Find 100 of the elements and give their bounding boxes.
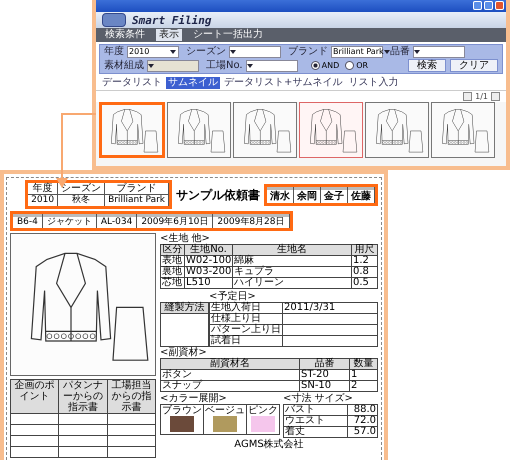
next-page-icon[interactable] <box>491 92 500 101</box>
empty-cell <box>59 436 108 447</box>
table-cell: 仕様上り日 <box>210 314 283 325</box>
column-header: 副資材名 <box>161 359 300 370</box>
empty-cell <box>108 447 156 458</box>
table-cell: ウエスト <box>284 416 348 427</box>
field-label: ブランド <box>105 183 168 195</box>
radio-button[interactable] <box>310 61 320 70</box>
field-label: シーズン <box>186 46 226 58</box>
field-value: 2010 <box>30 195 56 206</box>
thumbnail-card[interactable] <box>233 102 297 158</box>
field-label: 品番 <box>390 46 410 58</box>
field-label: 素材組成 <box>104 60 144 72</box>
column-header: 縫製方法 <box>161 303 209 314</box>
thumbnail-card[interactable] <box>365 102 429 158</box>
table-cell: 裏地 <box>161 267 185 278</box>
column-header: 用尺 <box>352 245 378 256</box>
section-title: <副資材> <box>160 347 208 358</box>
field-label: ブランド <box>288 46 328 58</box>
column-header: 品番 <box>300 359 350 370</box>
app-title: Smart Filing <box>132 14 212 26</box>
field-value: AL-034 <box>100 217 134 228</box>
menu-item[interactable]: シート一括出力 <box>190 29 266 41</box>
caret-icon <box>384 50 390 54</box>
field-label: 年度 <box>28 183 58 195</box>
column-header: 区分 <box>161 245 185 256</box>
color-name: ベージュ <box>205 405 245 416</box>
search-panel-button[interactable]: クリア <box>450 59 498 72</box>
company-name: AGMS株式会社 <box>233 439 305 450</box>
caret-icon <box>170 50 176 54</box>
dropdown[interactable] <box>413 46 465 58</box>
table-cell: 生地入荷日 <box>210 303 283 314</box>
table-cell: ST-20 <box>300 370 350 381</box>
option-label: AND <box>322 60 340 70</box>
table-cell: 表地 <box>161 256 185 267</box>
search-panel-button[interactable]: 検索 <box>408 59 446 72</box>
table-cell: キュプラ <box>233 267 352 278</box>
document-title: サンプル依頼書 <box>176 188 260 202</box>
radio-button[interactable] <box>345 61 354 70</box>
thumbnail-card[interactable] <box>431 102 495 158</box>
table-cell: 着丈 <box>284 427 348 438</box>
caret-icon <box>148 64 154 68</box>
menu-item[interactable]: 表示 <box>156 29 182 41</box>
field-label: 工場No. <box>206 60 243 72</box>
approver-name: 金子 <box>323 190 345 202</box>
table-cell: 試着日 <box>210 336 283 347</box>
approver-name: 佐藤 <box>350 190 372 202</box>
column-header: パタンナーからの指示書 <box>59 380 108 414</box>
approver-name: 清水 <box>269 190 291 202</box>
previous-page-icon[interactable] <box>463 92 472 101</box>
table-cell: 1.2 <box>352 256 378 267</box>
approver-name: 余岡 <box>296 190 318 202</box>
thumbnail-card[interactable] <box>299 102 363 158</box>
table-cell: 88.0 <box>348 405 378 416</box>
view-tab[interactable]: データリスト+サムネイル <box>222 77 344 89</box>
dropdown[interactable] <box>229 46 281 58</box>
caret-icon <box>414 50 420 54</box>
thumbnail-card[interactable] <box>99 102 165 158</box>
empty-cell <box>108 414 156 425</box>
section-title: <生地 他> <box>160 233 211 244</box>
field-value: ジャケット <box>46 217 93 228</box>
field-value: 2009年8月28日 <box>216 217 286 228</box>
table-cell: 57.0 <box>348 427 378 438</box>
view-tab[interactable]: サムネイル <box>166 77 220 89</box>
view-tab[interactable]: データリスト <box>100 77 164 89</box>
empty-cell <box>108 425 156 436</box>
empty-cell <box>59 425 108 436</box>
table-cell: バスト <box>284 405 348 416</box>
thumbnail-card[interactable] <box>167 102 231 158</box>
maximize-icon[interactable] <box>484 1 493 10</box>
view-tab[interactable]: リスト入力 <box>346 77 400 89</box>
dropdown[interactable]: 2010 <box>127 46 179 58</box>
table-cell: 芯地 <box>161 278 185 289</box>
minimize-icon[interactable] <box>473 1 482 10</box>
field-value: 秋冬 <box>71 195 92 206</box>
field-value: B6-4 <box>16 217 39 228</box>
table-cell: SN-10 <box>300 381 350 392</box>
table-cell: 綿麻 <box>233 256 352 267</box>
menu-item[interactable]: 検索条件 <box>102 29 148 41</box>
field-label: 年度 <box>104 46 124 58</box>
table-cell: 0.8 <box>352 267 378 278</box>
column-header: 生地No. <box>185 245 233 256</box>
dropdown[interactable] <box>246 60 298 72</box>
table-cell: 72.0 <box>348 416 378 427</box>
table-cell: 1 <box>350 370 378 381</box>
empty-cell <box>108 436 156 447</box>
table-cell: W02-100 <box>185 256 233 267</box>
table-cell: 0.5 <box>352 278 378 289</box>
color-name: ブラウン <box>162 405 202 416</box>
field-value: Brilliant Park <box>107 195 166 206</box>
color-name: ピンク <box>248 405 278 416</box>
close-icon[interactable] <box>495 1 504 10</box>
option-label: OR <box>356 60 368 70</box>
table-cell: 2011/3/31 <box>283 303 378 314</box>
section-title: <寸法 サイズ> <box>283 393 354 404</box>
column-header: 数量 <box>350 359 378 370</box>
table-cell: ハイリーン <box>233 278 352 289</box>
section-title: <カラー展開> <box>160 393 228 404</box>
page-indicator: 1/1 <box>475 92 488 101</box>
column-header: 企画のポイント <box>11 380 60 414</box>
